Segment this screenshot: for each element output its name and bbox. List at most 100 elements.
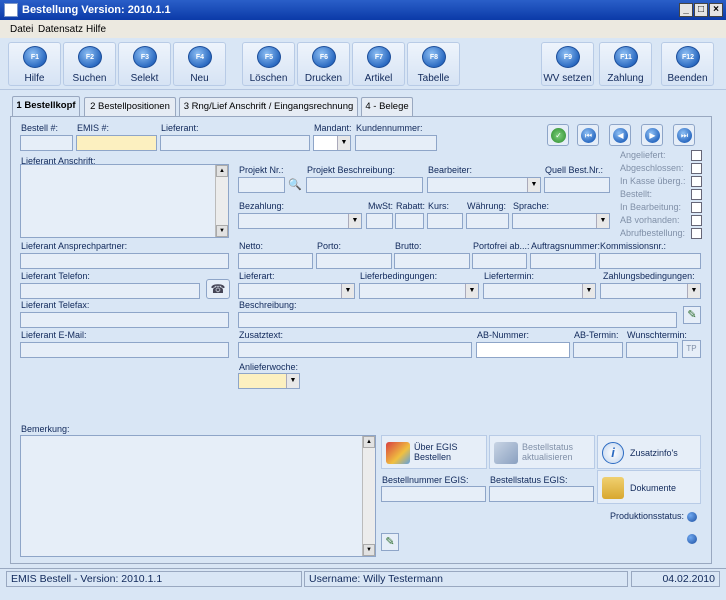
abrufbestellung-checkbox[interactable] bbox=[691, 228, 702, 239]
bearbeiter-select[interactable]: ▼ bbox=[427, 177, 541, 193]
f8-key-icon: F8 bbox=[422, 46, 446, 68]
minimize-button[interactable]: _ bbox=[679, 3, 693, 17]
scroll-up-icon[interactable]: ▲ bbox=[216, 165, 228, 177]
telefax-field[interactable] bbox=[20, 312, 229, 328]
porto-field[interactable] bbox=[316, 253, 392, 269]
bestellstatus-egis-field[interactable] bbox=[489, 486, 594, 502]
bestellt-checkbox[interactable] bbox=[691, 189, 702, 200]
artikel-button[interactable]: F7 Artikel bbox=[352, 42, 405, 86]
first-record-button[interactable]: ⏮ bbox=[577, 124, 599, 146]
tab-rng-lief-anschrift[interactable]: 3 Rng/Lief Anschrift / Eingangsrechnung bbox=[179, 97, 358, 117]
chevron-down-icon: ▼ bbox=[348, 214, 361, 228]
close-button[interactable]: × bbox=[709, 3, 723, 17]
portofrei-field[interactable] bbox=[472, 253, 527, 269]
wunschtermin-field[interactable] bbox=[626, 342, 678, 358]
scroll-down-icon[interactable]: ▼ bbox=[363, 544, 375, 556]
last-icon: ⏭ bbox=[677, 128, 692, 143]
edit-note-icon[interactable]: ✎ bbox=[683, 306, 701, 324]
confirm-check-button[interactable]: ✓ bbox=[547, 124, 569, 146]
tab-bestellpositionen[interactable]: 2 Bestellpositionen bbox=[84, 97, 176, 117]
scrollbar[interactable]: ▲ ▼ bbox=[215, 165, 228, 237]
beschreibung-label: Beschreibung: bbox=[239, 300, 297, 310]
anlieferwoche-select[interactable]: ▼ bbox=[238, 373, 300, 389]
ab-termin-field[interactable] bbox=[573, 342, 623, 358]
ab-nummer-field[interactable] bbox=[476, 342, 570, 358]
selekt-button[interactable]: F3 Selekt bbox=[118, 42, 171, 86]
f9-key-icon: F9 bbox=[556, 46, 580, 68]
zusatztext-field[interactable] bbox=[238, 342, 472, 358]
menu-hilfe[interactable]: Hilfe bbox=[86, 24, 106, 35]
beschreibung-field[interactable] bbox=[238, 312, 677, 328]
bestellnummer-egis-label: Bestellnummer EGIS: bbox=[382, 475, 469, 485]
quell-best-field[interactable] bbox=[544, 177, 610, 193]
next-record-button[interactable]: ▶ bbox=[641, 124, 663, 146]
dokumente-button[interactable]: Dokumente bbox=[597, 470, 701, 504]
waehrung-field[interactable] bbox=[466, 213, 509, 229]
telefon-field[interactable] bbox=[20, 283, 200, 299]
egis-order-icon bbox=[386, 442, 410, 464]
wv-setzen-button[interactable]: F9 WV setzen bbox=[541, 42, 594, 86]
mwst-label: MwSt: bbox=[368, 201, 394, 211]
scroll-up-icon[interactable]: ▲ bbox=[363, 436, 375, 448]
suchen-button[interactable]: F2 Suchen bbox=[63, 42, 116, 86]
netto-field[interactable] bbox=[238, 253, 313, 269]
angeliefert-checkbox[interactable] bbox=[691, 150, 702, 161]
zahlungsbedingungen-select[interactable]: ▼ bbox=[600, 283, 701, 299]
bestell-nr-field[interactable] bbox=[20, 135, 73, 151]
kundennummer-field[interactable] bbox=[355, 135, 437, 151]
ab-vorhanden-checkbox[interactable] bbox=[691, 215, 702, 226]
loeschen-button[interactable]: F5 Löschen bbox=[242, 42, 295, 86]
sprache-select[interactable]: ▼ bbox=[512, 213, 610, 229]
lieferbedingungen-select[interactable]: ▼ bbox=[359, 283, 479, 299]
liefertermin-select[interactable]: ▼ bbox=[483, 283, 596, 299]
rabatt-field[interactable] bbox=[395, 213, 424, 229]
bezahlung-select[interactable]: ▼ bbox=[238, 213, 362, 229]
mwst-field[interactable] bbox=[366, 213, 393, 229]
kurs-field[interactable] bbox=[427, 213, 463, 229]
bestellnummer-egis-field[interactable] bbox=[381, 486, 486, 502]
bemerkung-textarea[interactable]: ▲ ▼ bbox=[20, 435, 376, 557]
quell-best-label: Quell Best.Nr.: bbox=[545, 165, 604, 175]
zahlung-button[interactable]: F11 Zahlung bbox=[599, 42, 652, 86]
neu-button[interactable]: F4 Neu bbox=[173, 42, 226, 86]
tab-bestellkopf[interactable]: 1 Bestellkopf bbox=[12, 96, 80, 117]
search-icon[interactable]: 🔍 bbox=[288, 178, 302, 192]
emis-nr-field[interactable] bbox=[76, 135, 157, 151]
edit-note-icon[interactable]: ✎ bbox=[381, 533, 399, 551]
abgeschlossen-checkbox[interactable] bbox=[691, 163, 702, 174]
menu-datei[interactable]: Datei bbox=[10, 24, 33, 35]
zusatzinfos-button[interactable]: i Zusatzinfo's bbox=[597, 435, 701, 469]
auftragsnummer-field[interactable] bbox=[530, 253, 596, 269]
anschrift-textarea[interactable]: ▲ ▼ bbox=[20, 164, 229, 238]
phone-dial-icon[interactable]: ☎ bbox=[206, 279, 230, 299]
in-bearbeitung-checkbox[interactable] bbox=[691, 202, 702, 213]
lieferart-label: Lieferart: bbox=[239, 271, 275, 281]
lieferart-select[interactable]: ▼ bbox=[238, 283, 355, 299]
projekt-nr-field[interactable] bbox=[238, 177, 285, 193]
brutto-field[interactable] bbox=[394, 253, 470, 269]
beenden-button[interactable]: F12 Beenden bbox=[661, 42, 714, 86]
netto-label: Netto: bbox=[239, 241, 264, 251]
ansprechpartner-field[interactable] bbox=[20, 253, 229, 269]
tabelle-button[interactable]: F8 Tabelle bbox=[407, 42, 460, 86]
mandant-select[interactable]: ▼ bbox=[313, 135, 351, 151]
drucken-button[interactable]: F6 Drucken bbox=[297, 42, 350, 86]
scroll-down-icon[interactable]: ▼ bbox=[216, 225, 228, 237]
lieferant-field[interactable] bbox=[160, 135, 310, 151]
in-kasse-checkbox[interactable] bbox=[691, 176, 702, 187]
prev-record-button[interactable]: ◀ bbox=[609, 124, 631, 146]
last-record-button[interactable]: ⏭ bbox=[673, 124, 695, 146]
tab-belege[interactable]: 4 - Belege bbox=[361, 97, 413, 117]
projekt-beschreibung-field[interactable] bbox=[306, 177, 423, 193]
chevron-down-icon: ▼ bbox=[341, 284, 354, 298]
tp-button[interactable]: TP bbox=[682, 340, 701, 358]
email-field[interactable] bbox=[20, 342, 229, 358]
hilfe-button[interactable]: F1 Hilfe bbox=[8, 42, 61, 86]
abrufbestellung-label: Abrufbestellung: bbox=[620, 228, 686, 238]
scrollbar[interactable]: ▲ ▼ bbox=[362, 436, 375, 556]
ueber-egis-bestellen-button[interactable]: Über EGIS Bestellen bbox=[381, 435, 487, 469]
kommissionsnr-field[interactable] bbox=[599, 253, 701, 269]
bestellstatus-aktualisieren-button[interactable]: Bestellstatus aktualisieren bbox=[489, 435, 595, 469]
menu-datensatz[interactable]: Datensatz bbox=[38, 24, 83, 35]
maximize-button[interactable]: □ bbox=[694, 3, 708, 17]
